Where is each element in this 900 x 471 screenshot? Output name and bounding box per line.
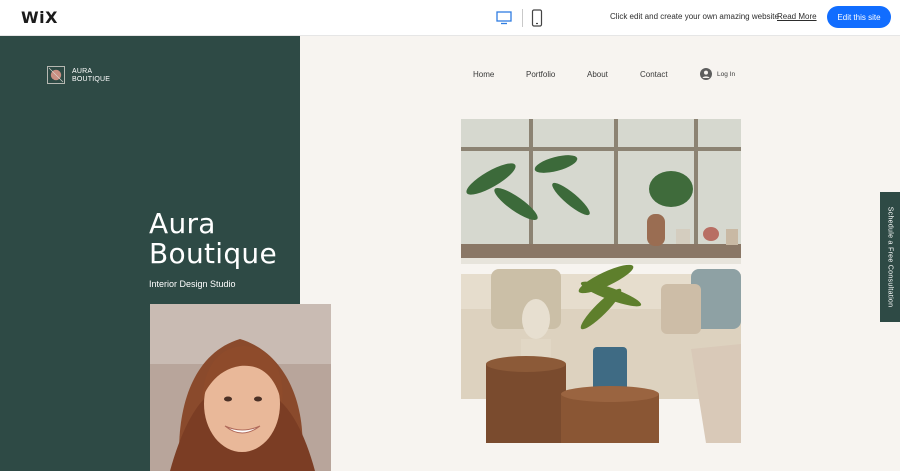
read-more-link[interactable]: Read More	[777, 12, 817, 21]
promo-text: Click edit and create your own amazing w…	[610, 12, 779, 21]
interior-room-image	[461, 119, 741, 443]
device-separator	[522, 9, 523, 27]
mobile-view-icon[interactable]	[531, 9, 543, 27]
wix-logo[interactable]: WiX	[21, 8, 58, 27]
schedule-consultation-label: Schedule a Free Consultation	[886, 206, 894, 308]
wix-top-bar: WiX Click edit and create your own amazi…	[0, 0, 900, 36]
hero-title-line-1: Aura	[149, 207, 216, 240]
user-avatar-icon	[700, 68, 712, 80]
designer-portrait-image	[150, 304, 331, 471]
nav-portfolio[interactable]: Portfolio	[526, 70, 555, 79]
nav-about[interactable]: About	[587, 70, 608, 79]
brand-logo-icon[interactable]	[47, 66, 65, 84]
schedule-consultation-tab[interactable]: Schedule a Free Consultation	[880, 192, 900, 322]
nav-home[interactable]: Home	[473, 70, 494, 79]
login-label: Log In	[717, 70, 736, 78]
hero-subtitle: Interior Design Studio	[149, 279, 236, 289]
login-button[interactable]: Log In	[700, 68, 735, 80]
hero-title: Aura Boutique	[149, 209, 277, 269]
brand-name[interactable]: AURA BOUTIQUE	[72, 68, 110, 84]
nav-contact[interactable]: Contact	[640, 70, 668, 79]
edit-this-site-button[interactable]: Edit this site	[827, 6, 891, 28]
hero-title-line-2: Boutique	[149, 237, 277, 270]
desktop-view-icon[interactable]	[496, 10, 512, 26]
